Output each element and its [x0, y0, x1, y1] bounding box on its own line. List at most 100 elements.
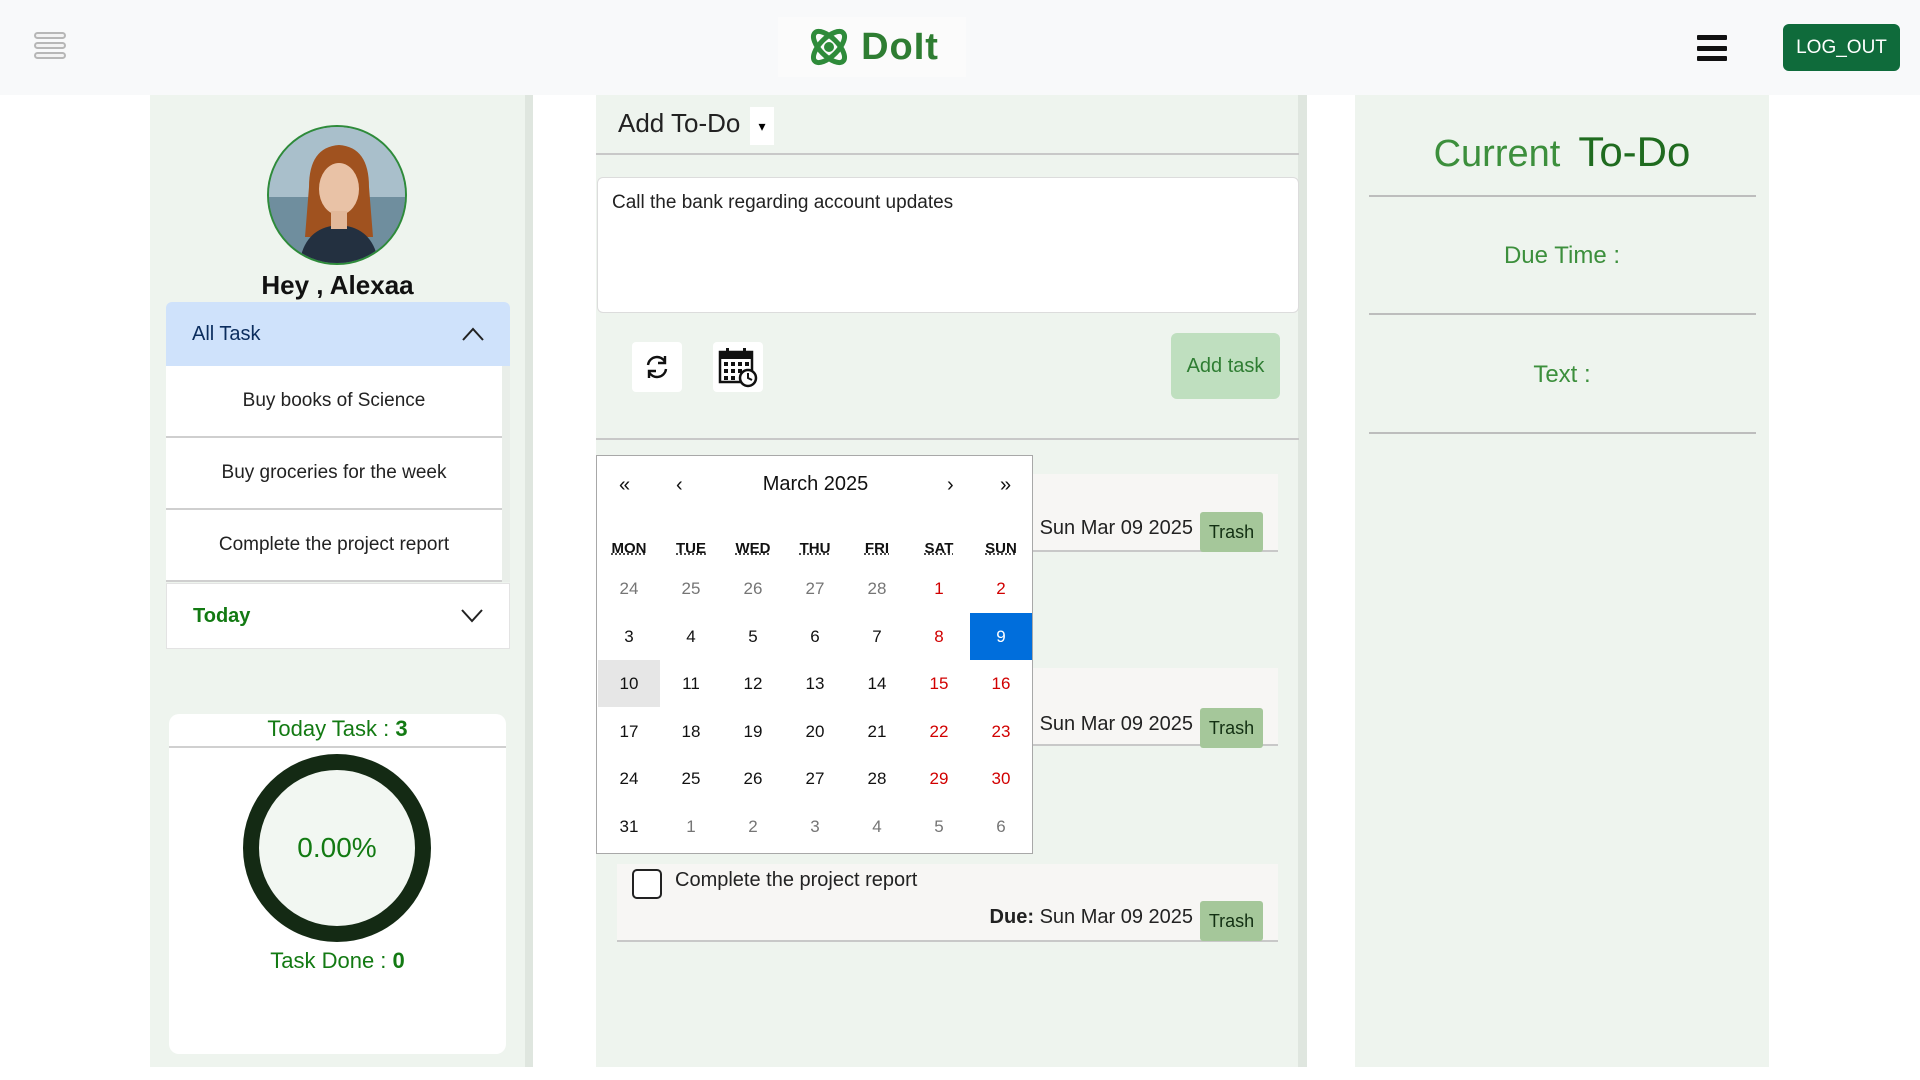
- sidebar-task-item[interactable]: Buy groceries for the week: [166, 438, 502, 510]
- accordion-today-label: Today: [193, 604, 251, 627]
- calendar-day[interactable]: 12: [722, 660, 784, 707]
- calendar-day[interactable]: 3: [598, 613, 660, 660]
- calendar-weekday: WED: [735, 540, 771, 557]
- trash-button[interactable]: Trash: [1200, 708, 1263, 748]
- today-task-label: Today Task :: [267, 716, 396, 741]
- todo-text-input[interactable]: Call the bank regarding account updates: [597, 177, 1299, 313]
- calendar-day[interactable]: 31: [598, 803, 660, 850]
- calendar-day[interactable]: 26: [722, 565, 784, 612]
- calendar-day[interactable]: 25: [660, 565, 722, 612]
- add-task-button[interactable]: Add task: [1171, 333, 1280, 399]
- calendar-day[interactable]: 11: [660, 660, 722, 707]
- progress-ring: 0.00%: [243, 754, 431, 942]
- sidebar-task-item[interactable]: Buy books of Science: [166, 366, 502, 438]
- task-done-count: Task Done : 0: [169, 948, 506, 974]
- avatar: [267, 125, 407, 265]
- calendar-day[interactable]: 4: [846, 803, 908, 850]
- calendar-day[interactable]: 2: [722, 803, 784, 850]
- app-logo: DoIt: [778, 17, 966, 77]
- calendar-day[interactable]: 6: [784, 613, 846, 660]
- refresh-icon: [646, 355, 668, 379]
- calendar-day[interactable]: 8: [908, 613, 970, 660]
- calendar-day[interactable]: 1: [660, 803, 722, 850]
- calendar-button[interactable]: [713, 342, 763, 392]
- calendar-day[interactable]: 6: [970, 803, 1032, 850]
- calendar-day[interactable]: 13: [784, 660, 846, 707]
- logo-text: DoIt: [861, 25, 939, 68]
- add-todo-dropdown[interactable]: ▾: [750, 107, 774, 145]
- calendar-day[interactable]: 18: [660, 708, 722, 755]
- calendar-day[interactable]: 19: [722, 708, 784, 755]
- menu-icon[interactable]: [1697, 35, 1727, 61]
- calendar-day[interactable]: 17: [598, 708, 660, 755]
- text-label: Text :: [1533, 361, 1591, 388]
- calendar-day[interactable]: 20: [784, 708, 846, 755]
- sidebar-task-item[interactable]: Complete the project report: [166, 510, 502, 582]
- trash-button[interactable]: Trash: [1200, 512, 1263, 552]
- greeting-text: Hey , Alexaa: [261, 270, 414, 300]
- calendar-day[interactable]: 5: [722, 613, 784, 660]
- calendar-clock-icon: [718, 348, 758, 388]
- calendar-month-label[interactable]: March 2025: [597, 473, 1034, 496]
- calendar-day[interactable]: 29: [908, 755, 970, 802]
- task-due-date: Sun Mar 09 2025: [1039, 906, 1193, 928]
- calendar-day[interactable]: 28: [846, 755, 908, 802]
- task-done-value: 0: [392, 948, 405, 973]
- calendar-day[interactable]: 21: [846, 708, 908, 755]
- calendar-day[interactable]: 16: [970, 660, 1032, 707]
- avatar-portrait-icon: [269, 127, 405, 263]
- top-navbar: DoIt LOG_OUT: [0, 0, 1920, 95]
- calendar-next-year-button[interactable]: »: [1000, 474, 1011, 497]
- task-title: Complete the project report: [675, 869, 918, 891]
- calendar-day[interactable]: 24: [598, 565, 660, 612]
- logout-button[interactable]: LOG_OUT: [1783, 24, 1900, 71]
- calendar-day[interactable]: 25: [660, 755, 722, 802]
- calendar-day[interactable]: 30: [970, 755, 1032, 802]
- main-divider: [1298, 95, 1307, 1067]
- calendar-weekday: SAT: [924, 540, 954, 557]
- progress-percent: 0.00%: [297, 832, 377, 863]
- current-todo-title: Current To-Do: [1355, 128, 1769, 176]
- divider: [1369, 195, 1756, 197]
- due-time-label: Due Time :: [1503, 242, 1621, 269]
- calendar-day[interactable]: 15: [908, 660, 970, 707]
- calendar-day[interactable]: 26: [722, 755, 784, 802]
- calendar-next-month-button[interactable]: ›: [947, 474, 954, 497]
- calendar-weekday: SUN: [985, 540, 1017, 557]
- calendar-day[interactable]: 22: [908, 708, 970, 755]
- task-checkbox[interactable]: [632, 869, 662, 899]
- divider: [596, 438, 1299, 440]
- calendar-day[interactable]: 9: [970, 613, 1032, 660]
- calendar-day[interactable]: 1: [908, 565, 970, 612]
- calendar-day[interactable]: 10: [598, 660, 660, 707]
- accordion-today[interactable]: Today: [166, 583, 510, 649]
- atom-logo-icon: [811, 28, 848, 66]
- today-task-value: 3: [395, 716, 408, 741]
- current-todo-title-2: To-Do: [1578, 128, 1691, 175]
- calendar-day[interactable]: 24: [598, 755, 660, 802]
- divider: [1369, 432, 1756, 434]
- refresh-button[interactable]: [632, 342, 682, 392]
- calendar-day[interactable]: 4: [660, 613, 722, 660]
- calendar-day[interactable]: 27: [784, 755, 846, 802]
- calendar-day[interactable]: 28: [846, 565, 908, 612]
- accordion-scrollbar[interactable]: [502, 366, 510, 582]
- accordion-all-task[interactable]: All Task: [166, 302, 510, 366]
- sidebar-toggle-icon[interactable]: [34, 32, 66, 62]
- task-done-label: Task Done :: [270, 948, 393, 973]
- current-todo-panel: [1355, 95, 1769, 1067]
- calendar-day[interactable]: 14: [846, 660, 908, 707]
- add-todo-title: Add To-Do: [618, 108, 741, 138]
- calendar-popup: « ‹ March 2025 › » MON TUE WED THU FRI SAT SUN…: [596, 455, 1033, 854]
- calendar-day[interactable]: 7: [846, 613, 908, 660]
- task-due: Due: Sun Mar 09 2025: [990, 906, 1193, 929]
- calendar-day[interactable]: 3: [784, 803, 846, 850]
- calendar-day[interactable]: 2: [970, 565, 1032, 612]
- calendar-day[interactable]: 5: [908, 803, 970, 850]
- calendar-weekday: MON: [611, 540, 647, 557]
- calendar-day[interactable]: 23: [970, 708, 1032, 755]
- trash-button[interactable]: Trash: [1200, 901, 1263, 941]
- calendar-day[interactable]: 27: [784, 565, 846, 612]
- divider: [596, 153, 1299, 155]
- chevron-down-icon: [461, 609, 483, 623]
